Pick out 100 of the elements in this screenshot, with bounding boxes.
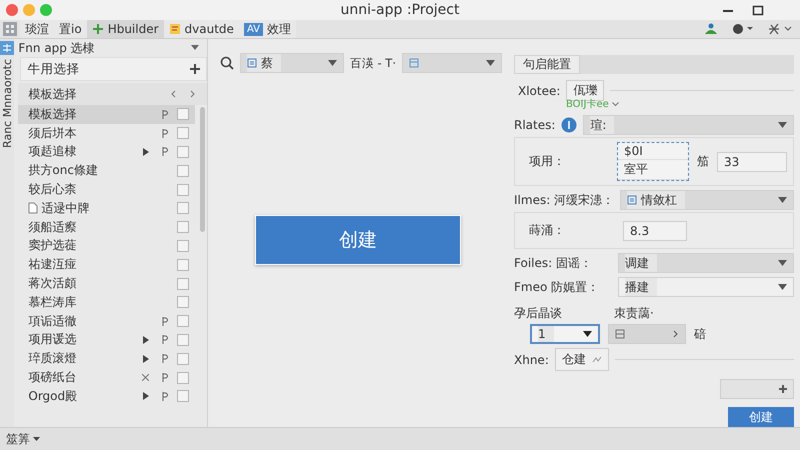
field-label: 孕后晶谈 bbox=[514, 305, 563, 322]
option-list[interactable]: $0I 室平 bbox=[617, 142, 689, 181]
list-item[interactable]: 慕栏涛库 bbox=[18, 292, 195, 312]
field-label: 项用： bbox=[529, 153, 566, 170]
checkbox[interactable] bbox=[176, 240, 189, 252]
checkbox[interactable] bbox=[176, 315, 189, 328]
tab[interactable]: AV 效理 bbox=[238, 20, 296, 38]
checkbox[interactable] bbox=[176, 202, 189, 214]
list-item[interactable]: 祐逮沍痖 bbox=[18, 255, 195, 274]
picker-field[interactable]: 牛用选择 bbox=[20, 57, 207, 81]
ratio-field[interactable]: 8.3 bbox=[623, 220, 687, 240]
checkbox[interactable] bbox=[176, 184, 189, 196]
list-item[interactable]: 模板选择 bbox=[18, 105, 195, 124]
plus-icon bbox=[92, 23, 104, 35]
plus-icon[interactable] bbox=[190, 64, 200, 74]
list-item[interactable]: 项磅纸台 bbox=[18, 368, 195, 387]
pager-icon[interactable] bbox=[170, 90, 195, 98]
chevron-icon[interactable] bbox=[673, 330, 679, 338]
list-item[interactable]: 项用谖选 bbox=[18, 330, 195, 350]
value-field[interactable]: 33 bbox=[717, 152, 787, 172]
checkbox[interactable] bbox=[176, 352, 189, 365]
list-item[interactable]: 项趏追棣 bbox=[18, 142, 195, 162]
unit-label: 碚 bbox=[694, 326, 706, 342]
list-item[interactable]: 适逯中牌 bbox=[18, 198, 195, 218]
item-label: 拱方onc條建 bbox=[28, 162, 99, 180]
field-label: Foiles: 固谣： bbox=[514, 254, 593, 272]
item-label: 项用谖选 bbox=[28, 331, 78, 348]
grid-icon[interactable] bbox=[3, 22, 17, 36]
wave-icon bbox=[592, 356, 602, 364]
field-label: Fmeo 防娓置： bbox=[514, 278, 600, 296]
section-title: 模板选择 bbox=[28, 86, 76, 102]
zoom-button[interactable] bbox=[40, 4, 52, 16]
plus-icon[interactable] bbox=[779, 385, 787, 393]
create-button[interactable]: 创建 bbox=[254, 215, 461, 265]
create-button[interactable]: 创建 bbox=[728, 407, 794, 427]
caret-icon[interactable] bbox=[33, 436, 40, 442]
list-item[interactable]: 拱方onc條建 bbox=[18, 161, 195, 180]
checkbox[interactable] bbox=[176, 127, 189, 140]
tab[interactable]: Hbuilder bbox=[86, 20, 164, 38]
add-field[interactable] bbox=[720, 379, 794, 399]
checkbox[interactable] bbox=[176, 390, 189, 402]
list-item[interactable]: 琗质滚燈 bbox=[18, 349, 195, 368]
scrollbar[interactable] bbox=[200, 107, 205, 232]
close-button[interactable] bbox=[6, 4, 18, 16]
files-dropdown[interactable]: 调建 bbox=[618, 253, 794, 273]
tab[interactable]: 琰渲 bbox=[20, 20, 54, 38]
item-label: 适逯中牌 bbox=[41, 200, 90, 217]
tab[interactable]: dvautde bbox=[164, 20, 239, 38]
checkbox[interactable] bbox=[176, 278, 189, 290]
field-label: Rlates: bbox=[514, 118, 556, 132]
maximize-icon[interactable] bbox=[752, 4, 764, 16]
caret-icon[interactable] bbox=[778, 284, 787, 290]
module-icon[interactable] bbox=[0, 41, 14, 55]
checkbox[interactable] bbox=[176, 164, 189, 177]
item-label: 琗质滚燈 bbox=[28, 350, 78, 368]
list-item[interactable]: 须后垪本 bbox=[18, 124, 195, 143]
rates-dropdown[interactable]: 瑄: bbox=[583, 115, 794, 135]
item-label: 模板选择 bbox=[28, 106, 78, 123]
frame-dropdown[interactable]: 播建 bbox=[618, 277, 794, 297]
settings-tab[interactable]: 句启能置 bbox=[514, 55, 580, 74]
collapse-icon[interactable] bbox=[190, 45, 199, 51]
arrow-icon[interactable] bbox=[142, 392, 149, 400]
count-dropdown[interactable]: 1 bbox=[530, 324, 600, 344]
list-icon bbox=[409, 58, 419, 68]
list-icon bbox=[615, 329, 625, 339]
item-label: 项趏追棣 bbox=[28, 143, 78, 160]
list-item[interactable]: 须船适瘵 bbox=[18, 218, 195, 237]
arrow-icon[interactable] bbox=[142, 354, 149, 363]
checkbox[interactable] bbox=[176, 146, 189, 158]
side-label: Ranc Mnnaorotc bbox=[0, 59, 14, 148]
close-icon[interactable] bbox=[142, 374, 150, 382]
filter-dropdown[interactable]: 蔡 bbox=[240, 53, 344, 73]
checkbox[interactable] bbox=[176, 372, 189, 384]
checkbox[interactable] bbox=[176, 258, 189, 271]
info-icon[interactable] bbox=[561, 117, 578, 133]
person-icon[interactable] bbox=[704, 23, 718, 35]
status-menu[interactable]: 筮筭 bbox=[0, 430, 30, 448]
field-label: 蒔涌： bbox=[529, 222, 566, 239]
tab-badge: AV bbox=[244, 22, 263, 36]
arrow-icon[interactable] bbox=[142, 336, 149, 344]
list-item[interactable]: 蒋次活頗 bbox=[18, 274, 195, 293]
list-item[interactable]: 窦护选蓰 bbox=[18, 236, 195, 256]
list-item[interactable]: Orgod殿 bbox=[18, 386, 195, 406]
list-item[interactable]: 項诟适徹 bbox=[18, 312, 195, 331]
checkbox[interactable] bbox=[176, 108, 189, 120]
tab[interactable]: 置io bbox=[54, 20, 87, 38]
search-icon[interactable] bbox=[220, 56, 234, 70]
checkbox[interactable] bbox=[176, 221, 189, 234]
list-item[interactable]: 较后心柰 bbox=[18, 180, 195, 199]
mode-field[interactable]: 仓建 bbox=[554, 348, 609, 371]
range-stepper[interactable] bbox=[608, 324, 686, 344]
list-icon bbox=[246, 58, 257, 68]
file-icon bbox=[28, 202, 38, 214]
checkbox[interactable] bbox=[176, 334, 189, 346]
arrow-icon[interactable] bbox=[142, 148, 149, 156]
item-label: 须后垪本 bbox=[28, 124, 78, 142]
checkbox[interactable] bbox=[176, 296, 189, 308]
caret-icon[interactable] bbox=[583, 331, 592, 337]
item-label: 项磅纸台 bbox=[28, 369, 78, 386]
times-dropdown[interactable]: 情敛杠 bbox=[620, 190, 794, 210]
